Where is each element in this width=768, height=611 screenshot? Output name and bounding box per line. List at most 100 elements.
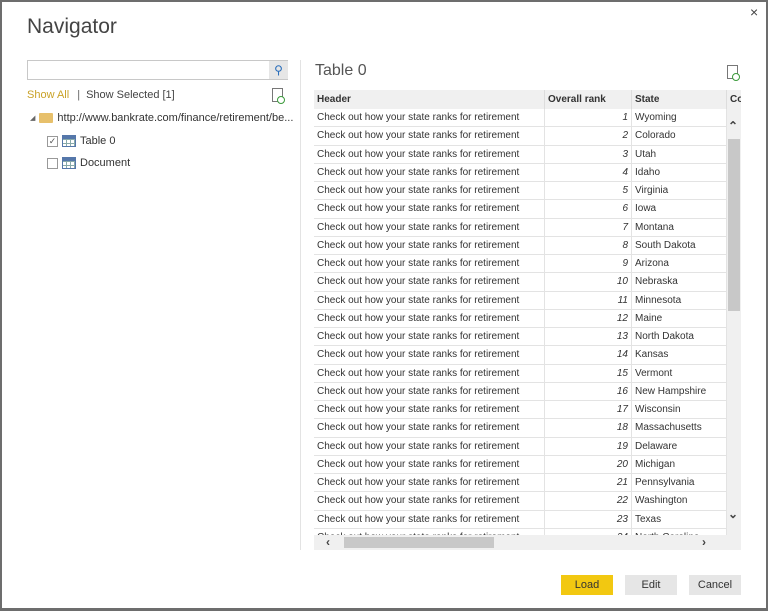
cell-state: Montana xyxy=(632,218,727,237)
tree-root-label: http://www.bankrate.com/finance/retireme… xyxy=(57,112,294,124)
cell-header: Check out how your state ranks for retir… xyxy=(314,492,545,511)
edit-button[interactable]: Edit xyxy=(625,575,677,595)
scroll-left-icon[interactable]: ‹ xyxy=(326,535,330,549)
cell-overall-rank: 22 xyxy=(545,492,632,511)
cell-header: Check out how your state ranks for retir… xyxy=(314,346,545,365)
show-selected-link[interactable]: Show Selected [1] xyxy=(86,89,175,101)
table-icon xyxy=(62,157,76,169)
cell-header: Check out how your state ranks for retir… xyxy=(314,200,545,219)
vertical-scrollbar[interactable]: ⌃ ⌄ xyxy=(727,109,741,535)
tree-item-label: Document xyxy=(80,157,131,169)
cell-header: Check out how your state ranks for retir… xyxy=(314,419,545,438)
table-icon xyxy=(62,135,76,147)
cell-header: Check out how your state ranks for retir… xyxy=(314,510,545,529)
cell-header: Check out how your state ranks for retir… xyxy=(314,328,545,347)
folder-icon xyxy=(39,113,54,123)
preview-title: Table 0 xyxy=(315,62,367,79)
cell-header: Check out how your state ranks for retir… xyxy=(314,255,545,274)
column-header-overall-rank[interactable]: Overall rank xyxy=(545,90,632,109)
cell-header: Check out how your state ranks for retir… xyxy=(314,309,545,328)
cell-overall-rank: 2 xyxy=(545,127,632,146)
cell-overall-rank: 11 xyxy=(545,291,632,310)
cell-overall-rank: 5 xyxy=(545,182,632,201)
tree-item-table-0[interactable]: ✓ Table 0 xyxy=(47,135,115,147)
collapse-triangle-icon[interactable]: ◢ xyxy=(30,114,35,122)
cell-overall-rank: 19 xyxy=(545,437,632,456)
dialog-title: Navigator xyxy=(27,15,117,38)
cell-state: Minnesota xyxy=(632,291,727,310)
cell-overall-rank: 4 xyxy=(545,163,632,182)
cell-state: Massachusetts xyxy=(632,419,727,438)
checkbox-unchecked[interactable] xyxy=(47,157,58,169)
cell-header: Check out how your state ranks for retir… xyxy=(314,291,545,310)
cell-overall-rank: 3 xyxy=(545,145,632,164)
cell-header: Check out how your state ranks for retir… xyxy=(314,218,545,237)
vertical-scroll-thumb[interactable] xyxy=(728,139,740,311)
checkbox-checked[interactable]: ✓ xyxy=(47,135,58,147)
cell-overall-rank: 6 xyxy=(545,200,632,219)
cell-header: Check out how your state ranks for retir… xyxy=(314,145,545,164)
cell-overall-rank: 8 xyxy=(545,236,632,255)
cell-header: Check out how your state ranks for retir… xyxy=(314,474,545,493)
cell-overall-rank: 21 xyxy=(545,474,632,493)
cell-header: Check out how your state ranks for retir… xyxy=(314,382,545,401)
cell-header: Check out how your state ranks for retir… xyxy=(314,163,545,182)
scroll-right-icon[interactable]: › xyxy=(702,535,706,549)
cell-header: Check out how your state ranks for retir… xyxy=(314,273,545,292)
horizontal-scroll-thumb[interactable] xyxy=(344,537,494,548)
search-input[interactable] xyxy=(27,60,288,80)
cell-overall-rank: 13 xyxy=(545,328,632,347)
cell-overall-rank: 17 xyxy=(545,401,632,420)
cell-overall-rank: 18 xyxy=(545,419,632,438)
cell-state: Utah xyxy=(632,145,727,164)
cell-state: Virginia xyxy=(632,182,727,201)
column-header-co[interactable]: Co xyxy=(727,90,741,109)
cell-overall-rank: 15 xyxy=(545,364,632,383)
cell-overall-rank: 9 xyxy=(545,255,632,274)
cell-state: Iowa xyxy=(632,200,727,219)
cell-header: Check out how your state ranks for retir… xyxy=(314,364,545,383)
cell-header: Check out how your state ranks for retir… xyxy=(314,236,545,255)
cell-overall-rank: 10 xyxy=(545,273,632,292)
cell-header: Check out how your state ranks for retir… xyxy=(314,437,545,456)
cell-overall-rank: 20 xyxy=(545,455,632,474)
column-header-header[interactable]: Header xyxy=(314,90,545,109)
close-icon[interactable]: × xyxy=(750,4,758,20)
cell-state: Kansas xyxy=(632,346,727,365)
cell-overall-rank: 12 xyxy=(545,309,632,328)
cell-state: Colorado xyxy=(632,127,727,146)
cell-state: Wyoming xyxy=(632,109,727,128)
cell-overall-rank: 16 xyxy=(545,382,632,401)
search-icon[interactable]: ⚲ xyxy=(269,61,288,79)
separator: | xyxy=(77,89,81,101)
cell-header: Check out how your state ranks for retir… xyxy=(314,455,545,474)
cell-header: Check out how your state ranks for retir… xyxy=(314,127,545,146)
horizontal-scrollbar[interactable]: ‹ › xyxy=(314,535,741,550)
cell-header: Check out how your state ranks for retir… xyxy=(314,109,545,128)
preview-table: Header Overall rank State Co Check out h… xyxy=(314,90,741,535)
cell-state: Michigan xyxy=(632,455,727,474)
refresh-preview-icon[interactable] xyxy=(727,65,740,81)
refresh-file-icon[interactable] xyxy=(272,88,285,104)
cell-state: Delaware xyxy=(632,437,727,456)
scroll-down-icon[interactable]: ⌄ xyxy=(728,507,738,521)
show-all-link[interactable]: Show All xyxy=(27,89,69,101)
cell-overall-rank: 23 xyxy=(545,510,632,529)
cell-state: Arizona xyxy=(632,255,727,274)
pane-divider xyxy=(300,60,301,550)
cell-state: New Hampshire xyxy=(632,382,727,401)
cell-state: Idaho xyxy=(632,163,727,182)
cell-overall-rank: 1 xyxy=(545,109,632,128)
cell-state: Wisconsin xyxy=(632,401,727,420)
cell-overall-rank: 7 xyxy=(545,218,632,237)
tree-root[interactable]: ◢ http://www.bankrate.com/finance/retire… xyxy=(30,112,293,124)
scroll-up-icon[interactable]: ⌃ xyxy=(728,119,738,133)
load-button[interactable]: Load xyxy=(561,575,613,595)
cancel-button[interactable]: Cancel xyxy=(689,575,741,595)
tree-item-document[interactable]: Document xyxy=(47,157,130,169)
cell-state: South Dakota xyxy=(632,236,727,255)
column-header-state[interactable]: State xyxy=(632,90,727,109)
cell-state: Maine xyxy=(632,309,727,328)
cell-state: Vermont xyxy=(632,364,727,383)
cell-state: Texas xyxy=(632,510,727,529)
